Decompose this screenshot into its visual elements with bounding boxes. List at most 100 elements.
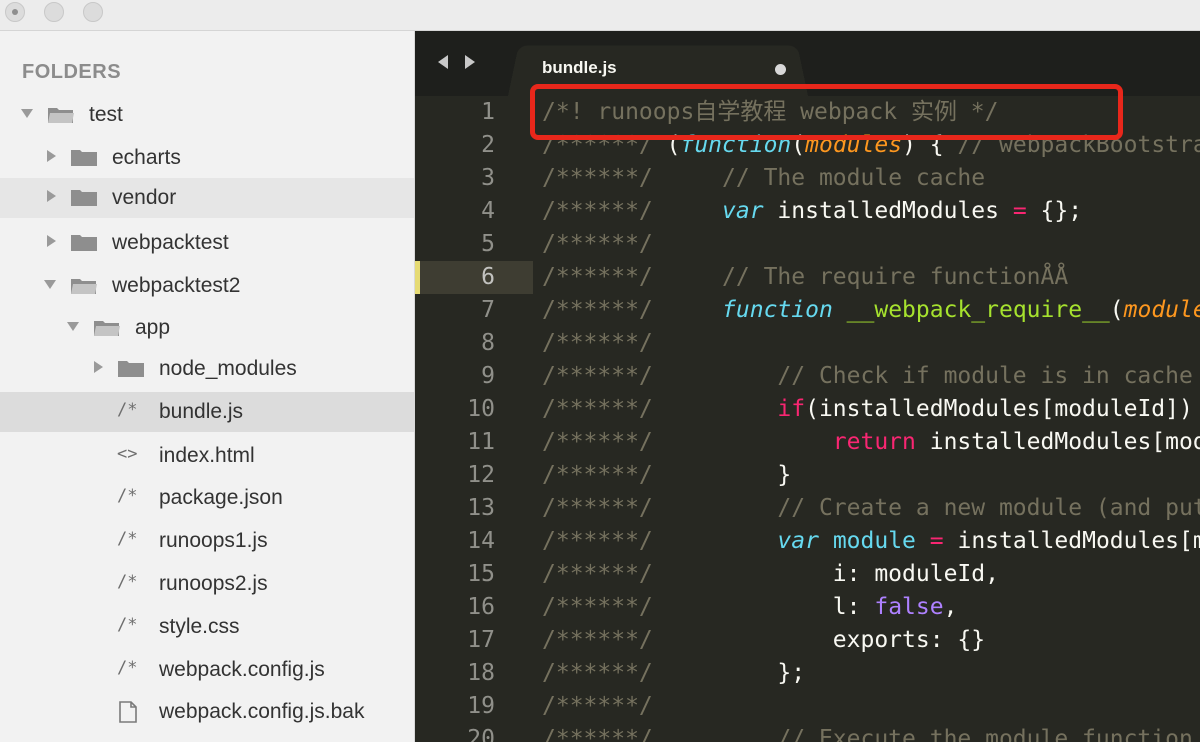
close-window-button[interactable] xyxy=(5,2,25,22)
code-text[interactable]: /******/ }; xyxy=(542,657,805,690)
line-number: 19 xyxy=(467,693,495,719)
sidebar-item-label: webpacktest2 xyxy=(112,274,241,297)
code-file-icon: /* xyxy=(117,400,138,420)
sidebar-item-style-css[interactable]: /* style.css xyxy=(0,607,414,647)
unsaved-dot-icon[interactable] xyxy=(775,64,786,75)
code-text[interactable]: /******/ // Execute the module function xyxy=(542,723,1193,742)
code-file-icon: /* xyxy=(117,529,138,549)
disclosure-open-icon[interactable] xyxy=(44,280,56,289)
sidebar-item-vendor[interactable]: vendor xyxy=(0,178,414,218)
code-line[interactable]: 12 /******/ } xyxy=(415,459,1200,492)
tab-label[interactable]: bundle.js xyxy=(542,58,617,78)
code-line[interactable]: 8 /******/ xyxy=(415,327,1200,360)
line-number: 4 xyxy=(481,198,495,224)
code-text[interactable]: /******/ var module = installedModules[m… xyxy=(542,525,1200,558)
disclosure-open-icon[interactable] xyxy=(21,109,33,118)
code-text[interactable]: /******/ if(installedModules[moduleId]) … xyxy=(542,393,1200,426)
sidebar-item-runoops2-js[interactable]: /* runoops2.js xyxy=(0,564,414,604)
zoom-window-button[interactable] xyxy=(83,2,103,22)
line-number: 20 xyxy=(467,726,495,742)
line-number: 12 xyxy=(467,462,495,488)
code-text[interactable]: /******/ } xyxy=(542,459,791,492)
line-number: 18 xyxy=(467,660,495,686)
document-icon xyxy=(117,700,139,729)
code-line[interactable]: 11 /******/ return installedModules[modul… xyxy=(415,426,1200,459)
code-line[interactable]: 15 /******/ i: moduleId, xyxy=(415,558,1200,591)
code-line[interactable]: 6 /******/ // The require functionÅÅ xyxy=(415,261,1200,294)
folder-icon xyxy=(70,187,98,207)
line-number: 2 xyxy=(481,132,495,158)
code-text[interactable]: /******/ // Create a new module (and put… xyxy=(542,492,1200,525)
sidebar-item-webpack-config-js[interactable]: /* webpack.config.js xyxy=(0,650,414,690)
sidebar-item-label: test xyxy=(89,103,123,126)
disclosure-closed-icon[interactable] xyxy=(47,190,56,202)
line-number: 16 xyxy=(467,594,495,620)
navigate-back-icon[interactable] xyxy=(438,55,448,69)
code-line[interactable]: 20 /******/ // Execute the module functio… xyxy=(415,723,1200,742)
code-text[interactable]: /******/ return installedModules[moduleI… xyxy=(542,426,1200,459)
code-line[interactable]: 19 /******/ xyxy=(415,690,1200,723)
navigate-forward-icon[interactable] xyxy=(465,55,475,69)
code-line[interactable]: 3 /******/ // The module cache xyxy=(415,162,1200,195)
code-text[interactable]: /******/ // The require functionÅÅ xyxy=(542,261,1068,294)
code-line[interactable]: 10 /******/ if(installedModules[moduleId]… xyxy=(415,393,1200,426)
folder-open-icon xyxy=(70,275,98,295)
line-number: 15 xyxy=(467,561,495,587)
sidebar-item-runoops1-js[interactable]: /* runoops1.js xyxy=(0,521,414,561)
sidebar-item-app[interactable]: app xyxy=(0,308,414,348)
code-line[interactable]: 14 /******/ var module = installedModules… xyxy=(415,525,1200,558)
disclosure-closed-icon[interactable] xyxy=(47,235,56,247)
sidebar-item-label: webpacktest xyxy=(112,231,229,254)
sidebar-item-webpacktest2[interactable]: webpacktest2 xyxy=(0,266,414,306)
line-number: 3 xyxy=(481,165,495,191)
line-number: 1 xyxy=(481,99,495,125)
code-line[interactable]: 7 /******/ function __webpack_require__(m… xyxy=(415,294,1200,327)
disclosure-closed-icon[interactable] xyxy=(94,361,103,373)
code-line[interactable]: 18 /******/ }; xyxy=(415,657,1200,690)
code-text[interactable]: /******/ l: false, xyxy=(542,591,957,624)
folder-open-icon xyxy=(93,317,121,337)
code-line[interactable]: 17 /******/ exports: {} xyxy=(415,624,1200,657)
code-text[interactable]: /******/ i: moduleId, xyxy=(542,558,999,591)
sidebar-item-test[interactable]: test xyxy=(0,95,414,135)
sidebar-item-label: echarts xyxy=(112,146,181,169)
disclosure-open-icon[interactable] xyxy=(67,322,79,331)
disclosure-closed-icon[interactable] xyxy=(47,150,56,162)
code-line[interactable]: 4 /******/ var installedModules = {}; xyxy=(415,195,1200,228)
window-titlebar xyxy=(0,0,1200,31)
sidebar-item-webpack-config-js-bak[interactable]: webpack.config.js.bak xyxy=(0,692,414,732)
line-number: 5 xyxy=(481,231,495,257)
code-text[interactable]: /******/ function __webpack_require__(mo… xyxy=(542,294,1200,327)
minimize-window-button[interactable] xyxy=(44,2,64,22)
folder-icon xyxy=(70,147,98,167)
code-line[interactable]: 13 /******/ // Create a new module (and p… xyxy=(415,492,1200,525)
code-file-icon: /* xyxy=(117,658,138,678)
code-text[interactable]: /******/ var installedModules = {}; xyxy=(542,195,1082,228)
code-text[interactable]: /******/ // The module cache xyxy=(542,162,985,195)
code-text[interactable]: /******/ // Check if module is in cache xyxy=(542,360,1193,393)
code-text[interactable]: /******/ xyxy=(542,228,653,261)
sidebar-item-label: package.json xyxy=(159,486,283,509)
line-number: 13 xyxy=(467,495,495,521)
code-text[interactable]: /******/ exports: {} xyxy=(542,624,985,657)
line-number: 17 xyxy=(467,627,495,653)
sidebar-item-label: runoops1.js xyxy=(159,529,268,552)
sidebar-item-bundle-js[interactable]: /* bundle.js xyxy=(0,392,414,432)
code-line[interactable]: 5 /******/ xyxy=(415,228,1200,261)
sidebar-item-label: bundle.js xyxy=(159,400,244,423)
line-number: 10 xyxy=(467,396,495,422)
sidebar-item-echarts[interactable]: echarts xyxy=(0,138,414,178)
sidebar-item-label: node_modules xyxy=(159,357,297,380)
code-text[interactable]: /******/ xyxy=(542,690,653,723)
sidebar-item-package-json[interactable]: /* package.json xyxy=(0,478,414,518)
line-number: 9 xyxy=(481,363,495,389)
sidebar-item-index-html[interactable]: <> index.html xyxy=(0,436,414,476)
folder-icon xyxy=(70,232,98,252)
sidebar-item-webpacktest[interactable]: webpacktest xyxy=(0,223,414,263)
code-area[interactable]: 1/*! runoops自学教程 webpack 实例 */2/******/ … xyxy=(415,96,1200,742)
sidebar-item-node-modules[interactable]: node_modules xyxy=(0,349,414,389)
sidebar-item-label: webpack.config.js.bak xyxy=(159,700,365,723)
code-text[interactable]: /******/ xyxy=(542,327,653,360)
code-line[interactable]: 16 /******/ l: false, xyxy=(415,591,1200,624)
code-line[interactable]: 9 /******/ // Check if module is in cache xyxy=(415,360,1200,393)
